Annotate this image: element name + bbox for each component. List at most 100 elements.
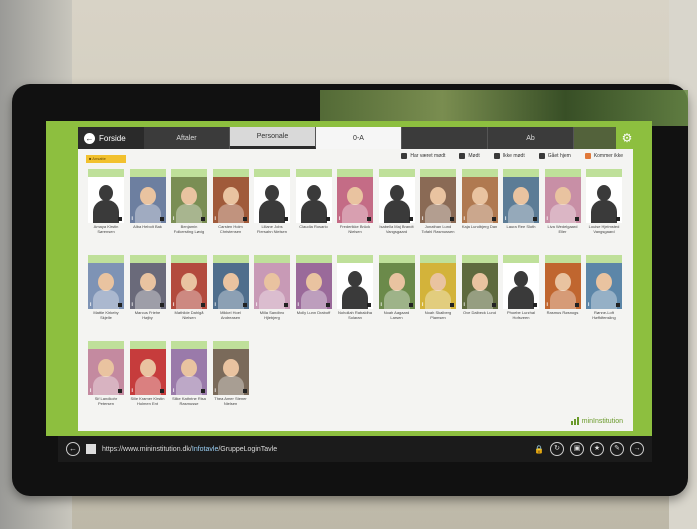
tab-0a[interactable]: 0-A — [316, 127, 402, 149]
child-name: Alba Hebolt Bak — [133, 224, 162, 229]
child-card[interactable]: i Mikkel Hoel Andreasen — [212, 255, 249, 329]
info-icon[interactable]: i — [215, 388, 216, 394]
tab-ab[interactable]: Ab — [488, 127, 574, 149]
info-icon[interactable]: i — [381, 302, 382, 308]
info-icon[interactable]: i — [132, 388, 133, 394]
placeholder-silhouette-icon: i — [254, 177, 290, 223]
filter-kommer-ikke[interactable]: Kommer ikke — [584, 153, 623, 159]
info-icon[interactable]: i — [90, 388, 91, 394]
favorites-icon[interactable]: ★ — [590, 442, 604, 456]
child-card[interactable]: i Louise Hjelmsted Vangsgaard — [586, 169, 622, 243]
tabs-icon[interactable]: ▣ — [570, 442, 584, 456]
child-photo: i — [420, 177, 456, 223]
child-card[interactable]: i Laura Ree Sloth — [503, 169, 539, 243]
info-icon[interactable]: i — [464, 216, 465, 222]
info-icon[interactable]: i — [298, 216, 299, 222]
status-square-icon — [201, 217, 205, 221]
child-card[interactable]: i Isabella Maj Brandt Vangsgaard — [378, 169, 415, 243]
child-card[interactable]: i Silke Kathrine Risa Rasmusse — [171, 341, 207, 415]
status-square-icon — [159, 217, 164, 221]
child-card[interactable]: i Ove Dalbeck Lund — [461, 255, 498, 329]
status-square-icon — [574, 303, 579, 307]
child-card[interactable]: i Thea Amer Stener Nielsen — [212, 341, 249, 415]
info-icon[interactable]: i — [90, 302, 91, 308]
info-icon[interactable]: i — [173, 216, 174, 222]
status-square-icon — [242, 389, 247, 393]
info-icon[interactable]: i — [422, 216, 423, 222]
child-card[interactable]: i Noah Skalberg Plamsen — [420, 255, 456, 329]
child-card[interactable]: i Rasmus Røsnogs — [544, 255, 581, 329]
info-icon[interactable]: i — [215, 216, 216, 222]
info-icon[interactable]: i — [256, 216, 257, 222]
forward-icon[interactable]: → — [630, 442, 644, 456]
child-card[interactable]: i Alba Hebolt Bak — [129, 169, 166, 243]
card-status-bar — [503, 255, 539, 263]
filter-gaaet-hjem[interactable]: Gået hjem — [538, 153, 571, 159]
browser-back-icon[interactable]: ← — [66, 442, 80, 456]
child-card[interactable]: i Jonathan Lund Tofahl Rasmussen — [420, 169, 456, 243]
info-icon[interactable]: i — [132, 302, 133, 308]
child-card[interactable]: i Marcus Friehe Højby — [129, 255, 166, 329]
info-icon[interactable]: i — [173, 302, 174, 308]
status-square-icon — [408, 303, 413, 307]
address-bar[interactable]: https://www.mininstitution.dk/Infotavle/… — [102, 446, 528, 453]
info-icon[interactable]: i — [505, 216, 506, 222]
child-card[interactable]: i Mathilde Dahlgå Nielsen — [171, 255, 207, 329]
child-card[interactable]: i Phoebe Lurzhal Hofsveen — [503, 255, 539, 329]
info-icon[interactable]: i — [339, 216, 340, 222]
info-icon[interactable]: i — [547, 216, 548, 222]
child-card[interactable]: i Amaya Kirstin Sørensen — [88, 169, 124, 243]
info-icon[interactable]: i — [132, 216, 133, 222]
info-icon[interactable]: i — [464, 302, 465, 308]
info-icon[interactable]: i — [215, 302, 216, 308]
tab-blank[interactable] — [402, 127, 488, 149]
staff-badge[interactable]: ■ Ansatte — [86, 155, 126, 163]
tools-icon[interactable]: ✎ — [610, 442, 624, 456]
child-name: Molly Lunn Draboff — [296, 310, 331, 315]
child-card[interactable]: i Carsten Holm Christensen — [212, 169, 249, 243]
child-name: Mikkel Hoel Andreasen — [220, 310, 241, 320]
tab-aftaler[interactable]: Aftaler — [144, 127, 230, 149]
child-card[interactable]: i Noah Aagaard Larsen — [378, 255, 415, 329]
info-icon[interactable]: i — [298, 302, 299, 308]
tab-personale[interactable]: Personale — [230, 127, 316, 149]
child-photo: i — [171, 177, 207, 223]
info-icon[interactable]: i — [505, 302, 506, 308]
info-icon[interactable]: i — [173, 388, 174, 394]
home-button[interactable]: ← Forside — [78, 127, 144, 149]
info-icon[interactable]: i — [422, 302, 423, 308]
info-icon[interactable]: i — [588, 216, 589, 222]
info-icon[interactable]: i — [90, 216, 91, 222]
child-card[interactable]: i Claudia Rosario — [295, 169, 332, 243]
info-icon[interactable]: i — [381, 216, 382, 222]
child-photo: i — [88, 263, 124, 309]
child-photo: i — [295, 263, 332, 309]
gear-icon[interactable]: ⚙ — [616, 127, 638, 149]
info-icon[interactable]: i — [339, 302, 340, 308]
card-status-bar — [378, 169, 415, 177]
card-status-bar — [129, 169, 166, 177]
child-photo: i — [586, 263, 622, 309]
child-card[interactable]: i Sif Landkohr Petersen — [88, 341, 124, 415]
card-status-bar — [337, 255, 373, 263]
child-card[interactable]: i Silie Kramer Kirstin Holmen Ent — [129, 341, 166, 415]
child-card[interactable]: i Molly Lunn Draboff — [295, 255, 332, 329]
child-card[interactable]: i Mattie Kirkeby Skjelle — [88, 255, 124, 329]
filter-modt[interactable]: Mødt — [459, 153, 480, 159]
child-card[interactable]: i Liliane Jobs Fiersahn Nielsen — [254, 169, 290, 243]
child-card[interactable]: i Frederikke Brück Nielsen — [337, 169, 373, 243]
filter-ikke-modt[interactable]: Ikke mødt — [493, 153, 525, 159]
child-card[interactable]: i Rønne-Loft Høffdfensling — [586, 255, 622, 329]
child-card[interactable]: i Kaja Lundbjerg Dan — [461, 169, 498, 243]
child-card[interactable]: i Liva Wedelgaard Eller — [544, 169, 581, 243]
child-card[interactable]: i Nohollah Rabaldha Solaran — [337, 255, 373, 329]
child-photo: i — [212, 177, 249, 223]
filter-har-vaeret-modt[interactable]: Har været mødt — [401, 153, 445, 159]
info-icon[interactable]: i — [588, 302, 589, 308]
child-card[interactable]: i Milla Sandbro Hjlebjerg — [254, 255, 290, 329]
info-icon[interactable]: i — [256, 302, 257, 308]
tab-bar-fill — [574, 127, 616, 149]
refresh-icon[interactable]: ↻ — [550, 442, 564, 456]
info-icon[interactable]: i — [547, 302, 548, 308]
child-card[interactable]: i Benjamin Folkersting Løvig — [171, 169, 207, 243]
